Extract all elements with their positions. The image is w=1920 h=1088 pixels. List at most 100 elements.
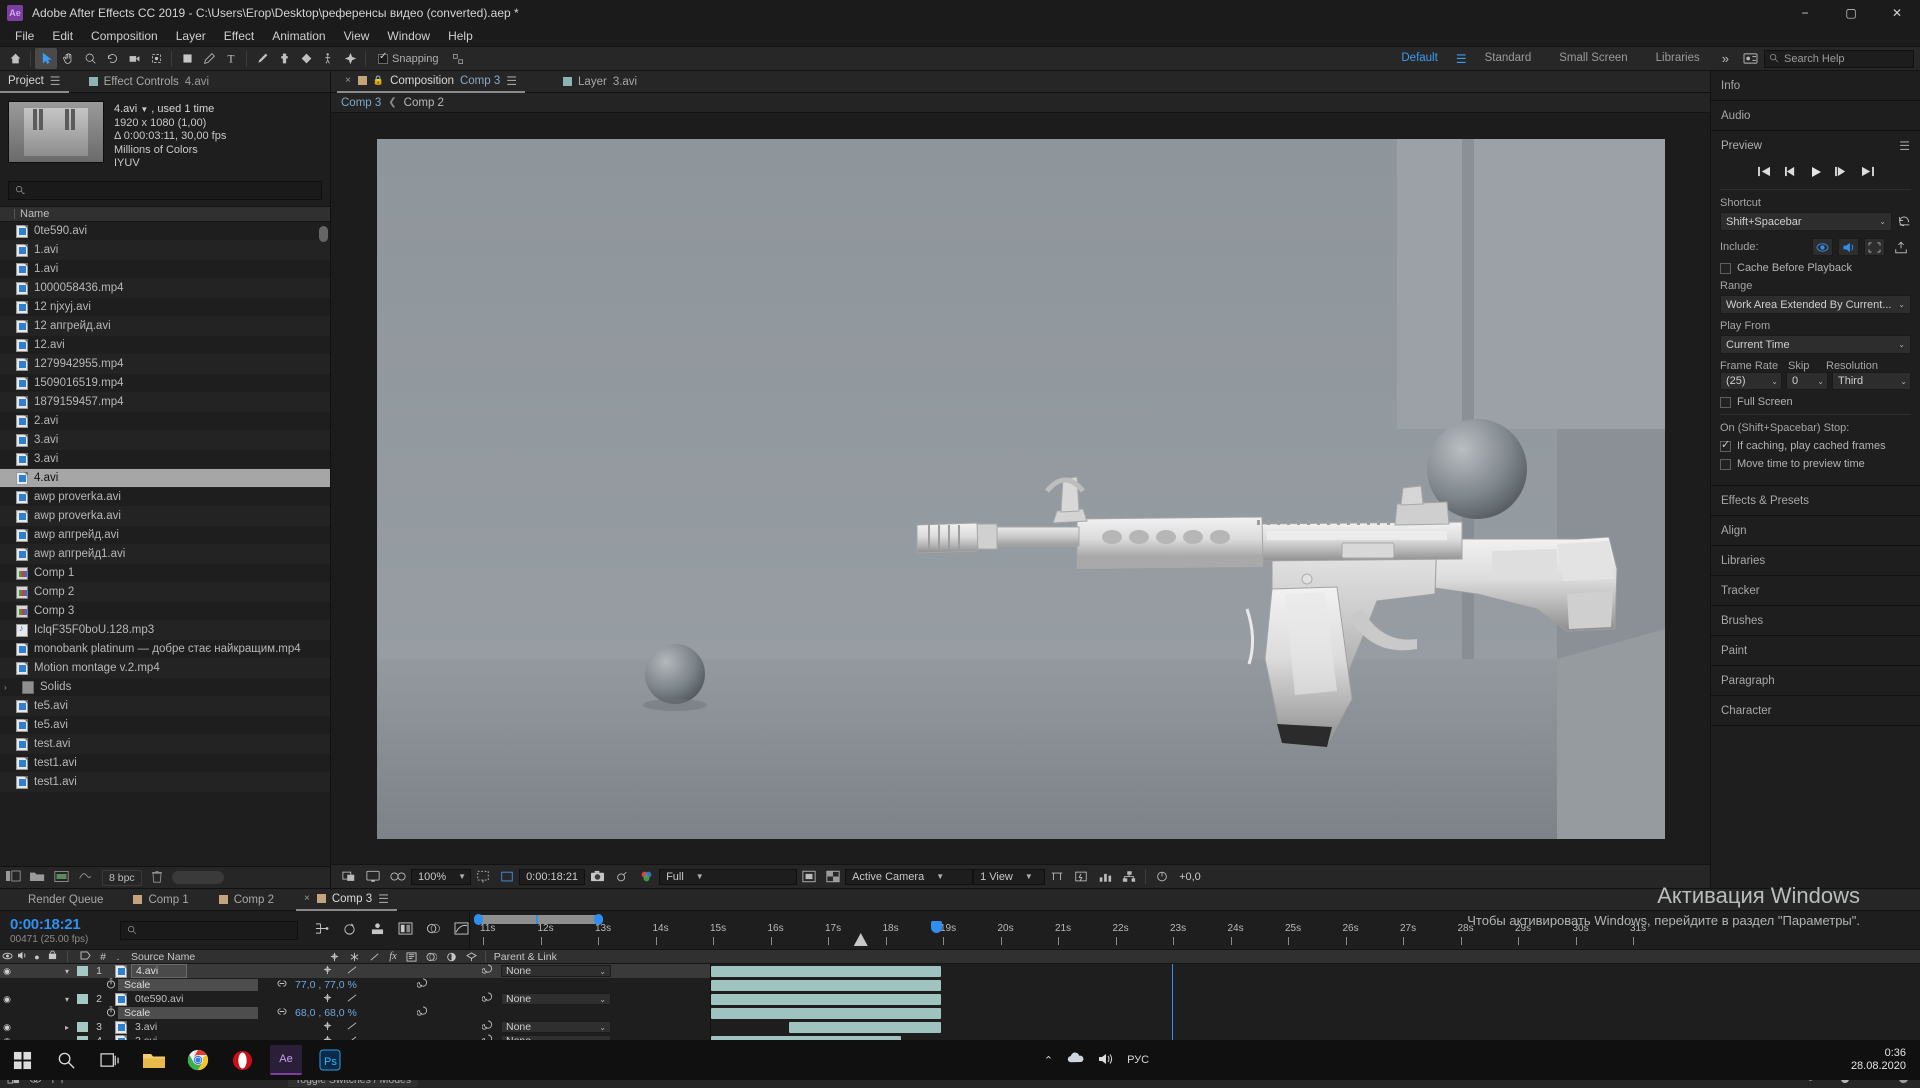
panel-align[interactable]: Align	[1711, 516, 1920, 546]
bit-depth-label[interactable]: 8 bpc	[102, 869, 142, 886]
timeline-ruler[interactable]: 11s 12s 13s 14s 15s 16s 17s 18s 19s 20s 21s 22s 23s 2…	[469, 911, 1920, 949]
timeline-view-icon[interactable]	[1093, 865, 1117, 889]
project-list-item[interactable]: awp proverka.avi	[0, 507, 330, 526]
parent-pickwhip-icon[interactable]	[475, 964, 501, 978]
project-search-input[interactable]	[8, 181, 322, 200]
rotation-tool-icon[interactable]	[101, 48, 123, 69]
workspace-small-screen[interactable]: Small Screen	[1545, 46, 1641, 71]
project-drag-handle[interactable]	[171, 871, 224, 884]
current-time-block[interactable]: 0:00:18:21 00471 (25.00 fps)	[0, 916, 120, 945]
tab-close-icon[interactable]: ×	[304, 893, 310, 904]
timeline-layer-row[interactable]: ◉ ▾ 2 0te590.avi None ⌄	[0, 992, 710, 1006]
layer-label-swatch[interactable]	[77, 994, 88, 1004]
snapshot-icon[interactable]	[585, 865, 610, 889]
panel-brushes[interactable]: Brushes	[1711, 606, 1920, 636]
region-of-interest-icon[interactable]	[495, 865, 519, 889]
tab-composition-comp3[interactable]: × 🔒 Composition Comp 3 ☰	[337, 71, 526, 93]
menu-item-composition[interactable]: Composition	[82, 26, 167, 46]
project-file-list[interactable]: 0te590.avi 1.avi 1.avi 1000058436.mp4 12 njx…	[0, 222, 330, 866]
shape-tool-icon[interactable]	[176, 48, 198, 69]
opera-icon[interactable]	[220, 1040, 264, 1080]
breadcrumb-item-0[interactable]: Comp 3	[341, 97, 381, 109]
delete-icon[interactable]	[151, 870, 163, 886]
project-list-item[interactable]: te5.avi	[0, 716, 330, 735]
source-name-column-header[interactable]: Source Name	[125, 951, 195, 963]
tab-close-icon[interactable]: ×	[345, 75, 351, 86]
preview-resolution-select[interactable]: Third ⌄	[1832, 372, 1911, 390]
color-depth-icon[interactable]	[78, 870, 93, 885]
next-frame-icon[interactable]	[1834, 166, 1848, 178]
layer-property-row[interactable]: Scale 68,0 , 68,0 %	[0, 1006, 710, 1020]
workspace-overflow-icon[interactable]: »	[1714, 51, 1737, 66]
property-name[interactable]: Scale	[118, 1007, 258, 1019]
panel-menu-icon[interactable]: ☰	[50, 74, 61, 88]
new-folder-icon[interactable]	[30, 870, 45, 885]
photoshop-icon[interactable]: Ps	[308, 1040, 352, 1080]
project-list-item[interactable]: 4.avi	[0, 469, 330, 488]
link-constraint-icon[interactable]	[272, 979, 292, 991]
pan-behind-tool-icon[interactable]	[145, 48, 167, 69]
previous-frame-icon[interactable]	[1784, 166, 1797, 178]
timeline-tab-comp-1[interactable]: Comp 1	[125, 889, 196, 911]
roto-brush-tool-icon[interactable]	[317, 48, 339, 69]
project-column-header[interactable]: Name	[0, 206, 330, 222]
snapping-control[interactable]: Snapping	[378, 51, 439, 65]
frame-rate-select[interactable]: (25) ⌄	[1720, 372, 1782, 390]
shortcut-reset-icon[interactable]	[1897, 214, 1911, 230]
show-snapshot-icon[interactable]	[610, 865, 634, 889]
layer-anchor-switch[interactable]	[315, 965, 339, 978]
layer-expand-icon[interactable]: ▾	[60, 995, 74, 1004]
panel-character[interactable]: Character	[1711, 696, 1920, 726]
project-list-item[interactable]: Comp 3	[0, 602, 330, 621]
menu-item-effect[interactable]: Effect	[215, 26, 263, 46]
selection-tool-icon[interactable]	[35, 48, 57, 69]
tab-project[interactable]: Project ☰	[0, 71, 69, 93]
comp-thumb-icon[interactable]	[54, 870, 69, 886]
item-dropdown-icon[interactable]: ▼	[140, 105, 148, 114]
comp-flowchart-icon[interactable]	[1117, 865, 1141, 889]
timeline-search-input[interactable]	[120, 920, 298, 940]
snapping-checkbox[interactable]	[378, 51, 388, 64]
layer-quality-switch[interactable]	[339, 965, 365, 978]
project-list-item[interactable]: 1000058436.mp4	[0, 279, 330, 298]
menu-item-animation[interactable]: Animation	[263, 26, 334, 46]
project-list-item[interactable]: test.avi	[0, 735, 330, 754]
timeline-tab-comp-2[interactable]: Comp 2	[211, 889, 282, 911]
3d-glasses-icon[interactable]	[385, 865, 411, 889]
layer-property-row[interactable]: Scale 77,0 , 77,0 %	[0, 978, 710, 992]
property-value[interactable]: 68,0 , 68,0 %	[292, 1007, 357, 1019]
timeline-clip-bar[interactable]	[711, 994, 941, 1005]
workspace-standard[interactable]: Standard	[1471, 46, 1546, 71]
project-list-item[interactable]: 1279942955.mp4	[0, 355, 330, 374]
timeline-tab-render-queue[interactable]: Render Queue	[20, 889, 111, 911]
project-list-item[interactable]: monobank platinum — добре стає найкращим…	[0, 640, 330, 659]
onedrive-icon[interactable]	[1066, 1052, 1085, 1068]
property-value[interactable]: 77,0 , 77,0 %	[292, 979, 357, 991]
lock-icon[interactable]: 🔒	[373, 75, 384, 86]
project-list-item[interactable]: awp апгрейд1.avi	[0, 545, 330, 564]
menu-item-layer[interactable]: Layer	[167, 26, 215, 46]
checkerboard-icon[interactable]	[821, 865, 845, 889]
pen-tool-icon[interactable]	[198, 48, 220, 69]
camera-select[interactable]: Active Camera ▼	[845, 868, 974, 885]
preview-menu-icon[interactable]: ☰	[1899, 139, 1910, 153]
motion-blur-icon[interactable]	[426, 922, 441, 938]
maximize-button[interactable]: ▢	[1828, 0, 1874, 26]
comp-marker-icon[interactable]	[853, 933, 868, 946]
include-video-icon[interactable]	[1812, 238, 1833, 256]
timeline-clip-bar[interactable]	[789, 1022, 941, 1033]
hand-tool-icon[interactable]	[57, 48, 79, 69]
skip-select[interactable]: 0 ⌄	[1786, 372, 1828, 390]
layer-parent-select[interactable]: None⌄	[501, 1021, 611, 1033]
workspace-menu-icon[interactable]: ☰	[1452, 52, 1471, 66]
exposure-reset-icon[interactable]	[1150, 865, 1174, 889]
current-timecode[interactable]: 0:00:18:21	[10, 916, 120, 933]
full-screen-row[interactable]: Full Screen	[1720, 396, 1911, 408]
layer-source-name[interactable]: 4.avi	[107, 964, 315, 978]
parent-pickwhip-icon[interactable]	[475, 992, 501, 1006]
cache-before-playback-checkbox[interactable]	[1720, 262, 1731, 274]
project-list-item[interactable]: Comp 1	[0, 564, 330, 583]
cache-before-playback-row[interactable]: Cache Before Playback	[1720, 262, 1911, 274]
layer-expand-icon[interactable]: ▾	[60, 967, 74, 976]
after-effects-icon[interactable]: Ae	[264, 1040, 308, 1080]
